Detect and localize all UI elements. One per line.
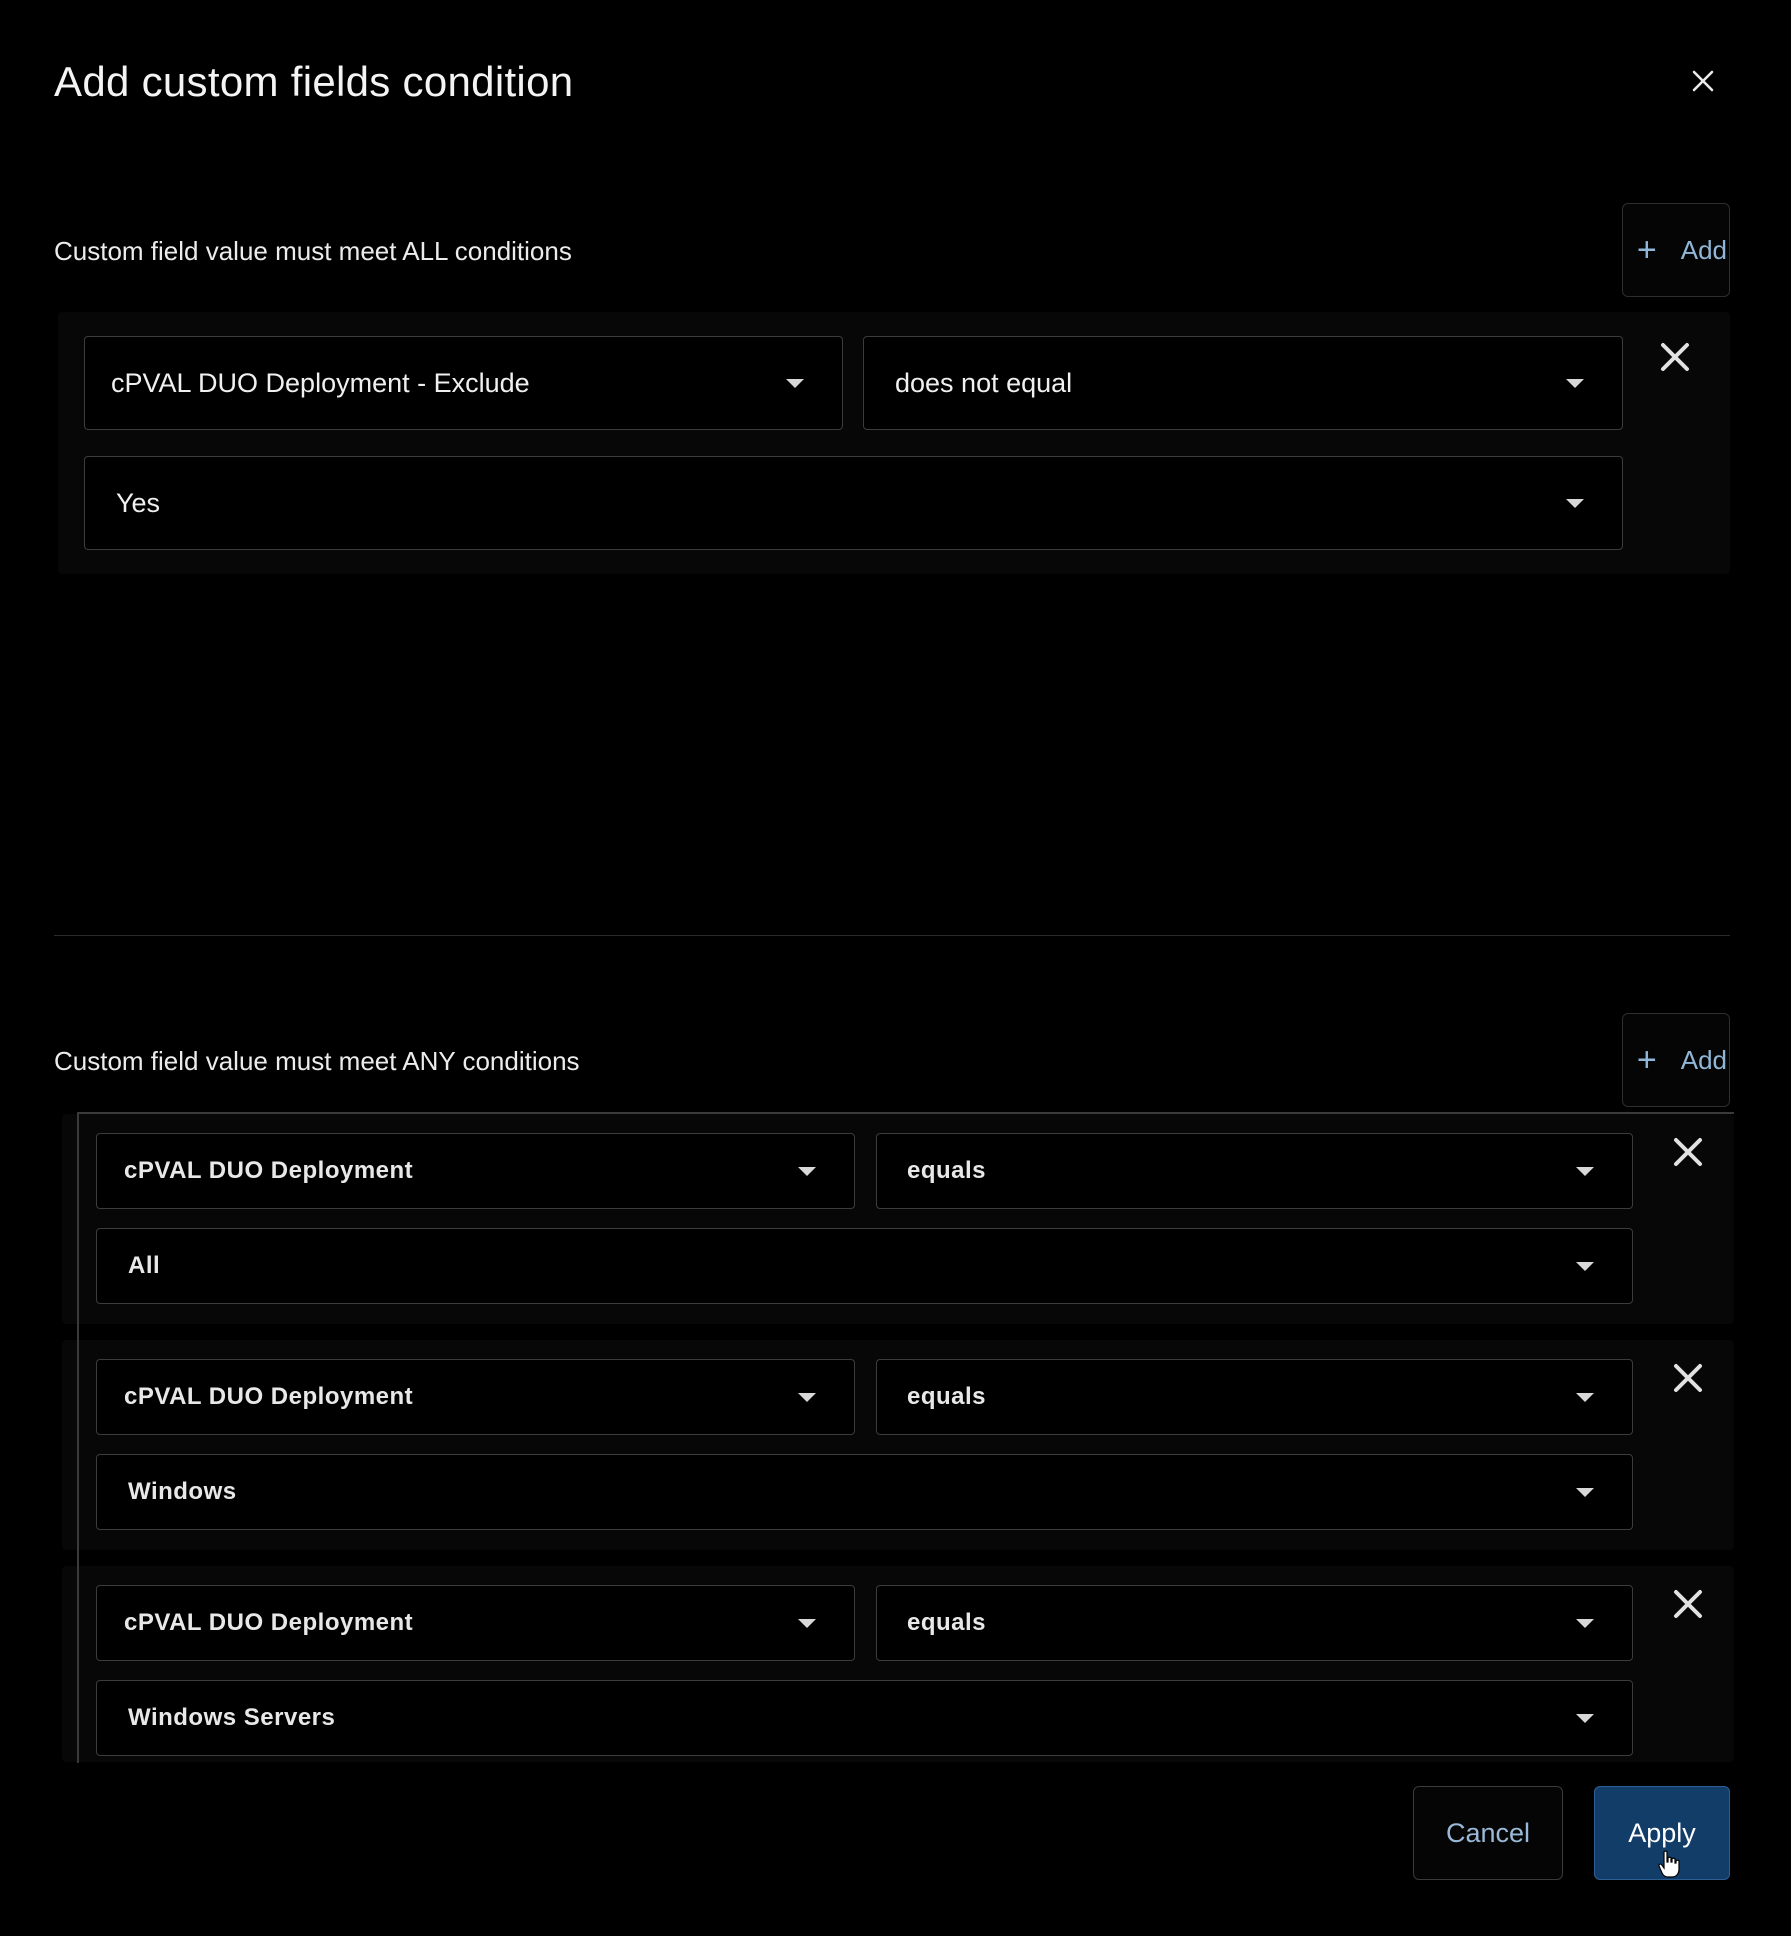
- chevron-down-icon: [1576, 1713, 1594, 1723]
- section-divider: [54, 935, 1730, 936]
- chevron-down-icon: [798, 1166, 816, 1176]
- group-border-left: [77, 1112, 79, 1763]
- plus-icon: +: [1636, 230, 1657, 269]
- any-conditions-label: Custom field value must meet ANY conditi…: [54, 1046, 580, 1076]
- chevron-down-icon: [1576, 1487, 1594, 1497]
- remove-condition-icon[interactable]: [1671, 1361, 1705, 1395]
- chevron-down-icon: [798, 1392, 816, 1402]
- operator-select[interactable]: does not equal: [863, 336, 1623, 430]
- chevron-down-icon: [1566, 378, 1584, 388]
- dialog-title: Add custom fields condition: [54, 58, 574, 105]
- chevron-down-icon: [1576, 1618, 1594, 1628]
- operator-select-value: equals: [907, 1609, 987, 1636]
- operator-select-value: equals: [907, 1383, 987, 1410]
- add-button-label: Add: [1680, 1044, 1727, 1075]
- value-select[interactable]: Yes: [84, 456, 1623, 550]
- value-select-value: All: [128, 1252, 161, 1279]
- add-any-condition-button[interactable]: + Add: [1622, 1013, 1730, 1107]
- chevron-down-icon: [786, 378, 804, 388]
- operator-select[interactable]: equals: [876, 1133, 1633, 1209]
- remove-condition-icon[interactable]: [1658, 340, 1692, 374]
- chevron-down-icon: [798, 1618, 816, 1628]
- field-select[interactable]: cPVAL DUO Deployment - Exclude: [84, 336, 843, 430]
- field-select-value: cPVAL DUO Deployment - Exclude: [111, 367, 530, 398]
- cancel-button[interactable]: Cancel: [1413, 1786, 1563, 1880]
- close-icon[interactable]: [1686, 64, 1720, 98]
- pointer-cursor-icon: [1658, 1850, 1680, 1878]
- field-select[interactable]: cPVAL DUO Deployment: [96, 1133, 855, 1209]
- field-select[interactable]: cPVAL DUO Deployment: [96, 1359, 855, 1435]
- value-select-value: Windows: [128, 1478, 237, 1505]
- field-select-value: cPVAL DUO Deployment: [124, 1383, 414, 1410]
- chevron-down-icon: [1576, 1392, 1594, 1402]
- chevron-down-icon: [1576, 1261, 1594, 1271]
- operator-select[interactable]: equals: [876, 1359, 1633, 1435]
- add-button-label: Add: [1680, 234, 1727, 265]
- operator-select-value: equals: [907, 1157, 987, 1184]
- value-select[interactable]: Windows Servers: [96, 1680, 1633, 1756]
- chevron-down-icon: [1576, 1166, 1594, 1176]
- value-select-value: Windows Servers: [128, 1704, 336, 1731]
- value-select[interactable]: All: [96, 1228, 1633, 1304]
- remove-condition-icon[interactable]: [1671, 1135, 1705, 1169]
- operator-select[interactable]: equals: [876, 1585, 1633, 1661]
- field-select-value: cPVAL DUO Deployment: [124, 1609, 414, 1636]
- chevron-down-icon: [1566, 498, 1584, 508]
- group-border-top: [77, 1112, 1734, 1114]
- field-select-value: cPVAL DUO Deployment: [124, 1157, 414, 1184]
- all-conditions-label: Custom field value must meet ALL conditi…: [54, 236, 572, 266]
- value-select-value: Yes: [116, 487, 161, 518]
- value-select[interactable]: Windows: [96, 1454, 1633, 1530]
- plus-icon: +: [1636, 1040, 1657, 1079]
- field-select[interactable]: cPVAL DUO Deployment: [96, 1585, 855, 1661]
- operator-select-value: does not equal: [895, 367, 1073, 398]
- remove-condition-icon[interactable]: [1671, 1587, 1705, 1621]
- add-all-condition-button[interactable]: + Add: [1622, 203, 1730, 297]
